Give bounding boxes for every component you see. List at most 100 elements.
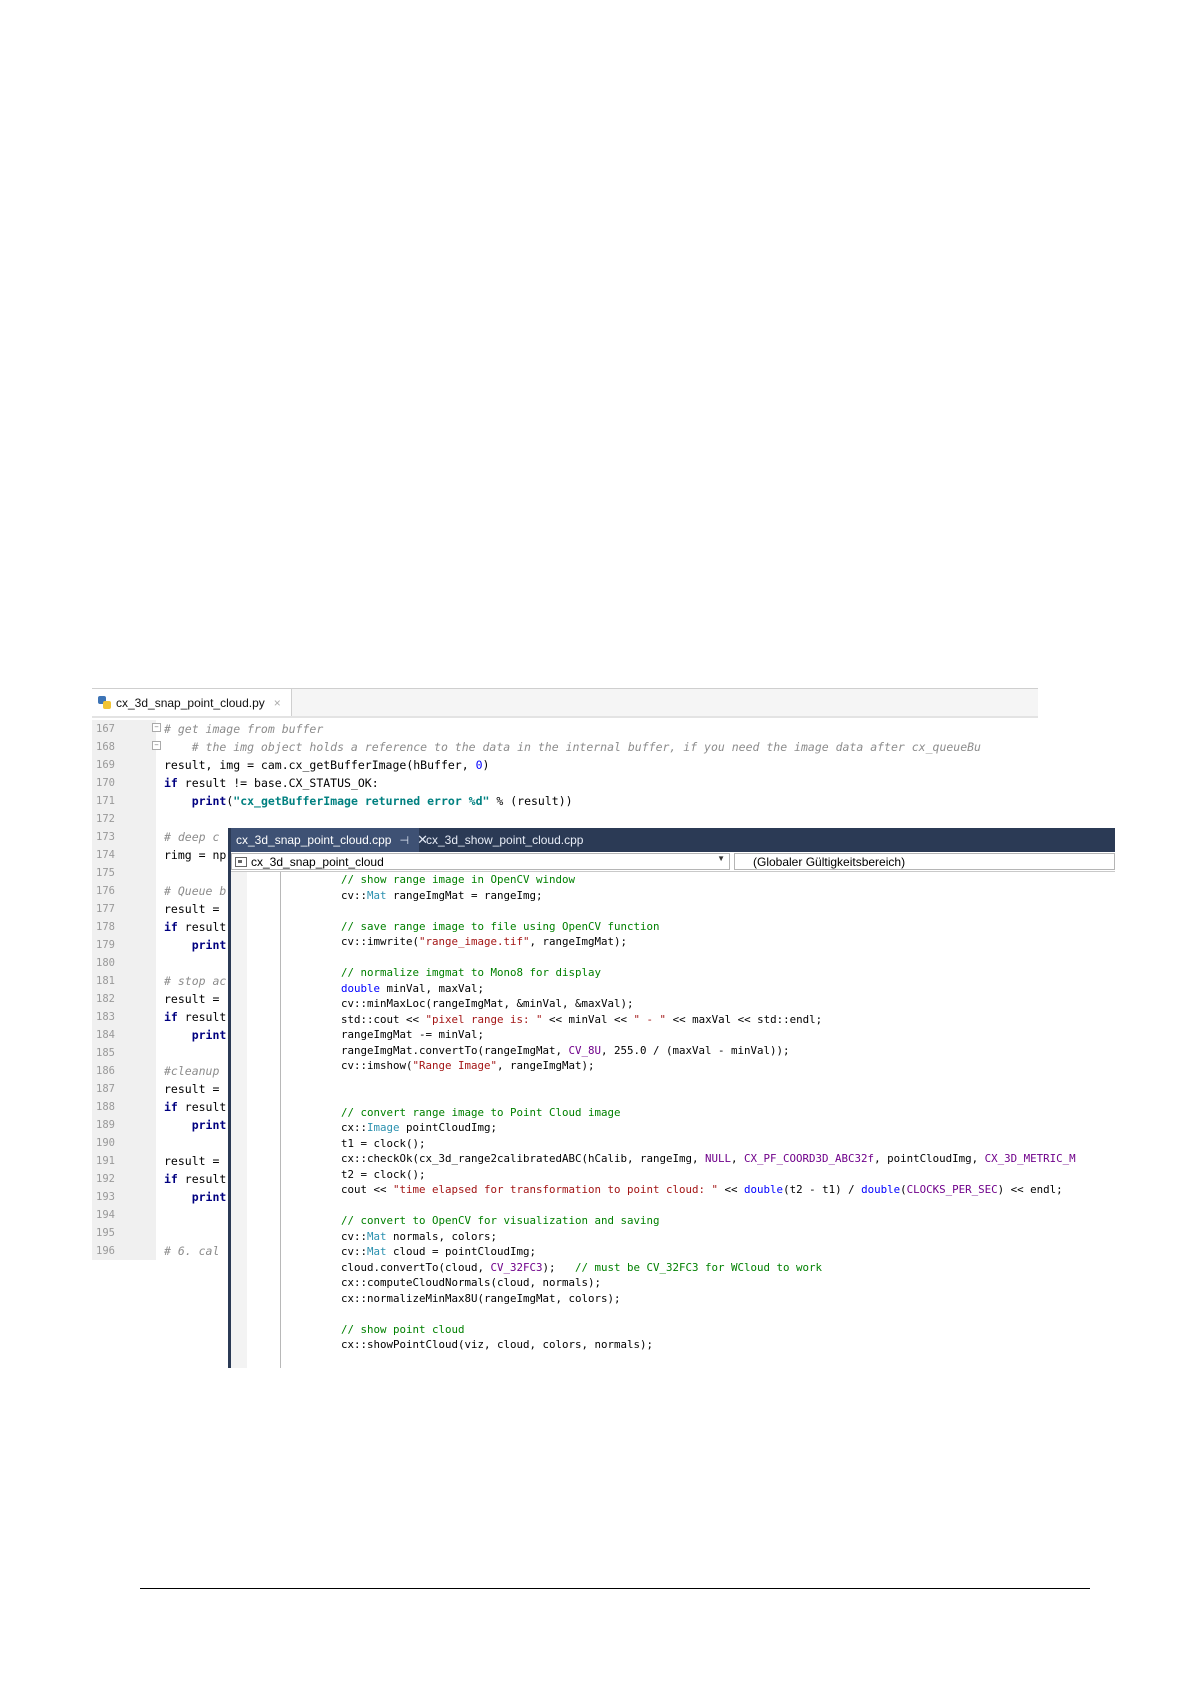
code-text: // convert to OpenCV for visualization a… <box>341 1214 660 1227</box>
cpp-code-line: cx::Image pointCloudImg; <box>231 1120 1115 1136</box>
tab-divider <box>92 716 1038 718</box>
cpp-code-line: cx::normalizeMinMax8U(rangeImgMat, color… <box>231 1291 1115 1307</box>
project-scope-label: cx_3d_snap_point_cloud <box>251 854 384 869</box>
cpp-code-line: cx::showPointCloud(viz, cloud, colors, n… <box>231 1337 1115 1353</box>
python-tab-bar: cx_3d_snap_point_cloud.py × <box>92 688 1038 718</box>
global-scope-dropdown[interactable]: (Globaler Gültigkeitsbereich) <box>734 853 1115 870</box>
cpp-code-line: rangeImgMat -= minVal; <box>231 1027 1115 1043</box>
code-text: cx::computeCloudNormals(cloud, normals); <box>341 1276 602 1289</box>
line-number: 174 <box>96 849 115 861</box>
line-number: 177 <box>96 903 115 915</box>
line-number: 189 <box>96 1119 115 1131</box>
python-code-line: 167 − # get image from buffer <box>92 720 1038 738</box>
cpp-code-line: cx::checkOk(cx_3d_range2calibratedABC(hC… <box>231 1151 1115 1167</box>
tab-show-point-cloud-cpp[interactable]: cx_3d_show_point_cloud.cpp <box>421 828 591 852</box>
cpp-code-line: // convert to OpenCV for visualization a… <box>231 1213 1115 1229</box>
line-number: 196 <box>96 1245 115 1257</box>
line-number: 172 <box>96 813 115 825</box>
line-number: 178 <box>96 921 115 933</box>
code-text: cv::imwrite("range_image.tif", rangeImgM… <box>341 935 628 948</box>
line-number: 188 <box>96 1101 115 1113</box>
python-code-line: 171 print("cx_getBufferImage returned er… <box>92 792 1038 810</box>
line-number: 179 <box>96 939 115 951</box>
tab-snap-point-cloud-cpp[interactable]: cx_3d_snap_point_cloud.cpp ⊣ ✕ <box>231 828 428 852</box>
line-number: 184 <box>96 1029 115 1041</box>
code-text: cv::Mat cloud = pointCloudImg; <box>341 1245 537 1258</box>
cpp-code-line: cloud.convertTo(cloud, CV_32FC3); // mus… <box>231 1260 1115 1276</box>
code-text: rangeImgMat.convertTo(rangeImgMat, CV_8U… <box>341 1043 790 1057</box>
cpp-code-line <box>231 1074 1115 1090</box>
line-number: 192 <box>96 1173 115 1185</box>
cpp-code-line: cv::Mat normals, colors; <box>231 1229 1115 1245</box>
line-number: 169 <box>96 759 115 771</box>
code-text: cv::imshow("Range Image", rangeImgMat); <box>341 1059 595 1072</box>
cpp-code-line: t1 = clock(); <box>231 1136 1115 1152</box>
line-number: 175 <box>96 867 115 879</box>
code-text: // save range image to file using OpenCV… <box>341 919 660 933</box>
code-text: // show point cloud <box>341 1322 465 1336</box>
close-icon[interactable]: × <box>274 696 281 710</box>
code-text: cv::Mat normals, colors; <box>341 1229 498 1243</box>
line-number: 180 <box>96 957 115 969</box>
code-text: t2 = clock(); <box>341 1167 426 1181</box>
code-text: cx::showPointCloud(viz, cloud, colors, n… <box>341 1338 654 1351</box>
line-number: 193 <box>96 1191 115 1203</box>
code-text: t1 = clock(); <box>341 1136 426 1150</box>
code-text: cx::Image pointCloudImg; <box>341 1121 498 1134</box>
pin-icon[interactable]: ⊣ <box>399 834 409 847</box>
python-file-icon <box>98 696 111 709</box>
code-text: // normalize imgmat to Mono8 for display <box>341 966 602 979</box>
tab-snap-point-cloud-cpp-label: cx_3d_snap_point_cloud.cpp <box>236 833 392 847</box>
python-code-line: 170 if result != base.CX_STATUS_OK: <box>92 774 1038 792</box>
cpp-code-line: // save range image to file using OpenCV… <box>231 919 1115 935</box>
cpp-code-line <box>231 1306 1115 1322</box>
cpp-code-line <box>231 1198 1115 1214</box>
code-text: rangeImgMat -= minVal; <box>341 1028 485 1041</box>
cpp-code-line: cv::imwrite("range_image.tif", rangeImgM… <box>231 934 1115 950</box>
line-number: 185 <box>96 1047 115 1059</box>
line-number: 171 <box>96 795 115 807</box>
code-text: cloud.convertTo(cloud, CV_32FC3); // mus… <box>341 1260 823 1274</box>
code-text: # the img object holds a reference to th… <box>164 740 981 754</box>
code-text: cv::Mat rangeImgMat = rangeImg; <box>341 888 543 902</box>
cpp-code-line <box>231 903 1115 919</box>
cpp-code-line: std::cout << "pixel range is: " << minVa… <box>231 1012 1115 1028</box>
line-number: 182 <box>96 993 115 1005</box>
line-number: 191 <box>96 1155 115 1167</box>
line-number: 190 <box>96 1137 115 1149</box>
chevron-down-icon[interactable]: ▼ <box>717 854 725 863</box>
cpp-code-line: // show range image in OpenCV window <box>231 872 1115 888</box>
line-number: 170 <box>96 777 115 789</box>
code-text: cout << "time elapsed for transformation… <box>341 1183 1063 1196</box>
code-text: result, img = cam.cx_getBufferImage(hBuf… <box>164 758 490 772</box>
cpp-code-line: rangeImgMat.convertTo(rangeImgMat, CV_8U… <box>231 1043 1115 1059</box>
code-text: std::cout << "pixel range is: " << minVa… <box>341 1012 823 1026</box>
fold-toggle-icon[interactable]: − <box>152 741 161 750</box>
line-number: 176 <box>96 885 115 897</box>
code-text: double minVal, maxVal; <box>341 981 485 995</box>
tab-python-file-label: cx_3d_snap_point_cloud.py <box>116 695 265 710</box>
fold-toggle-icon[interactable]: − <box>152 723 161 732</box>
cpp-code-line: cv::Mat rangeImgMat = rangeImg; <box>231 888 1115 904</box>
cpp-code-area[interactable]: // show range image in OpenCV window cv::… <box>231 872 1115 1353</box>
cpp-code-line: cout << "time elapsed for transformation… <box>231 1182 1115 1198</box>
global-scope-label: (Globaler Gültigkeitsbereich) <box>753 854 906 869</box>
code-text: cv::minMaxLoc(rangeImgMat, &minVal, &max… <box>341 997 634 1010</box>
project-scope-dropdown[interactable]: cx_3d_snap_point_cloud ▼ <box>231 853 730 870</box>
cpp-code-line: cv::Mat cloud = pointCloudImg; <box>231 1244 1115 1260</box>
vs-navigation-bar: cx_3d_snap_point_cloud ▼ (Globaler Gülti… <box>231 852 1115 872</box>
code-text: cx::checkOk(cx_3d_range2calibratedABC(hC… <box>341 1152 1076 1165</box>
cpp-code-line: cv::imshow("Range Image", rangeImgMat); <box>231 1058 1115 1074</box>
code-text: // convert range image to Point Cloud im… <box>341 1105 621 1119</box>
cpp-code-line: // show point cloud <box>231 1322 1115 1338</box>
line-number: 194 <box>96 1209 115 1221</box>
line-number: 187 <box>96 1083 115 1095</box>
cpp-code-line: t2 = clock(); <box>231 1167 1115 1183</box>
line-number: 186 <box>96 1065 115 1077</box>
python-code-line: 168 − # the img object holds a reference … <box>92 738 1038 756</box>
line-number: 195 <box>96 1227 115 1239</box>
line-number: 181 <box>96 975 115 987</box>
tab-python-file[interactable]: cx_3d_snap_point_cloud.py × <box>92 689 292 716</box>
cpp-code-line <box>231 1089 1115 1105</box>
line-number: 183 <box>96 1011 115 1023</box>
